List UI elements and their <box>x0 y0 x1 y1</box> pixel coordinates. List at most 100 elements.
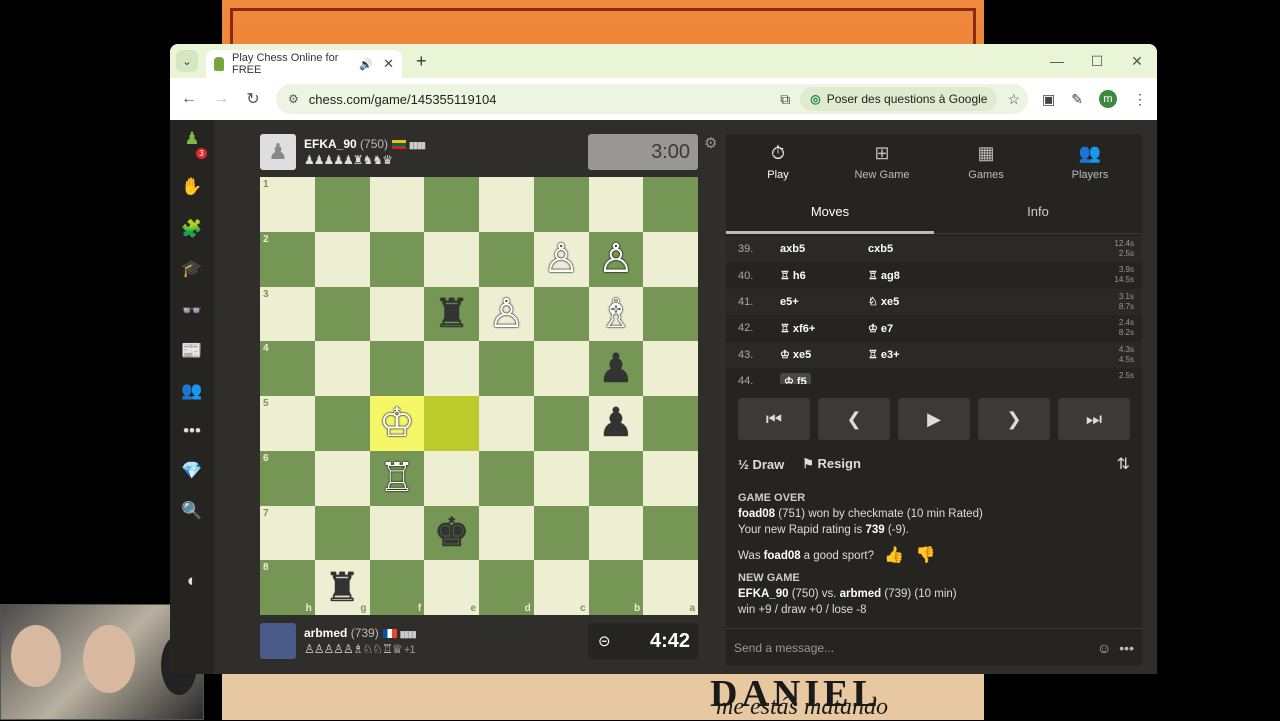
square-b3[interactable]: ♗ <box>588 286 644 342</box>
square-b4[interactable]: ♟ <box>588 341 644 396</box>
square-e2[interactable] <box>424 231 479 287</box>
thumbs-up-icon[interactable]: 👍 <box>884 548 904 564</box>
sidebar-play-icon[interactable]: ✋ <box>180 176 204 198</box>
square-c7[interactable] <box>533 505 589 561</box>
square-e4[interactable] <box>424 341 479 396</box>
previous-move-button[interactable]: ❮ <box>818 398 890 440</box>
square-a4[interactable] <box>643 341 698 396</box>
white-move[interactable]: e5+ <box>780 296 868 308</box>
chess-board[interactable]: 1 2 ♙ ♙ 3 ♜ ♙ ♗ 4 ♟ 5 ♔ ♟ 6 ♖ 7 ♚ 8 h g ♜ f e d c b a <box>260 177 698 615</box>
last-move-button[interactable]: ⏭ <box>1058 398 1130 440</box>
square-g1[interactable] <box>314 177 370 232</box>
square-d2[interactable] <box>479 231 534 287</box>
chess-piece[interactable]: ♔ <box>379 403 415 443</box>
chess-piece[interactable]: ♚ <box>434 513 470 553</box>
sidebar-learn-icon[interactable]: 🎓 <box>180 258 204 280</box>
next-move-button[interactable]: ❯ <box>978 398 1050 440</box>
sidebar-puzzles-icon[interactable]: 🧩 <box>180 218 204 240</box>
square-b1[interactable] <box>588 177 644 232</box>
panel-tab-games[interactable]: ▦ Games <box>934 134 1038 190</box>
panel-tab-new-game[interactable]: ⊞ New Game <box>830 134 934 190</box>
square-c6[interactable] <box>533 450 589 506</box>
black-move[interactable]: cxb5 <box>868 243 948 255</box>
square-g3[interactable] <box>314 286 370 342</box>
close-tab-icon[interactable]: ✕ <box>383 56 394 72</box>
close-window-button[interactable]: ✕ <box>1117 53 1157 70</box>
square-h6[interactable]: 6 <box>260 450 315 506</box>
square-f2[interactable] <box>369 231 425 287</box>
square-g5[interactable] <box>314 396 370 451</box>
site-info-icon[interactable]: ⚙ <box>288 92 299 106</box>
square-d6[interactable] <box>479 450 534 506</box>
square-b5[interactable]: ♟ <box>588 396 644 451</box>
square-b8[interactable]: b <box>588 560 644 615</box>
chess-piece[interactable]: ♙ <box>543 239 579 279</box>
square-a7[interactable] <box>643 505 698 561</box>
cast-icon[interactable]: ▣ <box>1042 91 1055 108</box>
square-f1[interactable] <box>369 177 425 232</box>
square-d1[interactable] <box>479 177 534 232</box>
tab-chess[interactable]: Play Chess Online for FREE 🔊 ✕ <box>206 50 402 78</box>
black-move[interactable]: ♔ e7 <box>868 322 948 335</box>
square-e3[interactable]: ♜ <box>424 286 479 342</box>
square-f5[interactable]: ♔ <box>369 396 425 451</box>
back-button[interactable]: ← <box>180 90 198 108</box>
square-a2[interactable] <box>643 231 698 287</box>
board-settings-icon[interactable]: ⚙ <box>704 134 717 152</box>
square-f6[interactable]: ♖ <box>369 450 425 506</box>
white-move[interactable]: ♖ h6 <box>780 269 868 282</box>
square-d7[interactable] <box>479 505 534 561</box>
square-g4[interactable] <box>314 341 370 396</box>
black-move[interactable]: ♖ e3+ <box>868 348 948 361</box>
square-c3[interactable] <box>533 286 589 342</box>
draw-button[interactable]: ½ Draw <box>738 457 784 472</box>
square-h4[interactable]: 4 <box>260 341 315 396</box>
reload-button[interactable]: ↻ <box>244 89 262 109</box>
square-h8[interactable]: 8h <box>260 560 315 615</box>
chess-piece[interactable]: ♗ <box>598 294 634 334</box>
maximize-button[interactable]: ☐ <box>1077 53 1117 70</box>
chess-piece[interactable]: ♟ <box>598 349 634 389</box>
white-move[interactable]: ♖ xf6+ <box>780 322 868 335</box>
minimize-button[interactable]: — <box>1037 53 1077 70</box>
emoji-icon[interactable]: ☺ <box>1097 640 1111 656</box>
profile-avatar[interactable]: m <box>1099 90 1117 108</box>
sidebar-social-icon[interactable]: 👥 <box>180 380 204 402</box>
square-f8[interactable]: f <box>369 560 425 615</box>
square-e8[interactable]: e <box>424 560 479 615</box>
thumbs-down-icon[interactable]: 👎 <box>916 548 936 564</box>
sidebar-news-icon[interactable]: 📰 <box>180 340 204 362</box>
white-move[interactable]: ♔ xe5 <box>780 348 868 361</box>
square-c4[interactable] <box>533 341 589 396</box>
black-move[interactable]: ♖ ag8 <box>868 269 948 282</box>
square-h2[interactable]: 2 <box>260 231 315 287</box>
square-a3[interactable] <box>643 286 698 342</box>
square-h5[interactable]: 5 <box>260 396 315 451</box>
black-move[interactable]: ♘ xe5 <box>868 295 948 308</box>
menu-kebab-icon[interactable]: ⋮ <box>1133 91 1147 108</box>
square-g2[interactable] <box>314 231 370 287</box>
square-a1[interactable] <box>643 177 698 232</box>
bottom-player-avatar[interactable] <box>260 623 296 659</box>
install-app-icon[interactable]: ⧉ <box>780 91 790 108</box>
square-g8[interactable]: g ♜ <box>314 560 370 615</box>
square-c8[interactable]: c <box>533 560 589 615</box>
new-game-player1[interactable]: EFKA_90 <box>738 588 789 600</box>
sidebar-theme-icon[interactable]: ◐ <box>180 570 204 592</box>
square-g7[interactable] <box>314 505 370 561</box>
square-e6[interactable] <box>424 450 479 506</box>
chat-input[interactable]: Send a message... <box>734 641 1089 655</box>
bottom-player-name[interactable]: arbmed <box>304 626 347 640</box>
panel-tab-players[interactable]: 👥 Players <box>1038 134 1142 190</box>
square-f3[interactable] <box>369 286 425 342</box>
top-player-name[interactable]: EFKA_90 <box>304 137 357 151</box>
audio-icon[interactable]: 🔊 <box>359 58 373 71</box>
square-e7[interactable]: ♚ <box>424 505 479 561</box>
chess-piece[interactable]: ♙ <box>598 239 634 279</box>
first-move-button[interactable]: ⏮ <box>738 398 810 440</box>
square-d8[interactable]: d <box>479 560 534 615</box>
extensions-icon[interactable]: ✎ <box>1071 91 1083 108</box>
play-moves-button[interactable]: ▶ <box>898 398 970 440</box>
chess-piece[interactable]: ♜ <box>434 294 470 334</box>
square-h1[interactable]: 1 <box>260 177 315 232</box>
